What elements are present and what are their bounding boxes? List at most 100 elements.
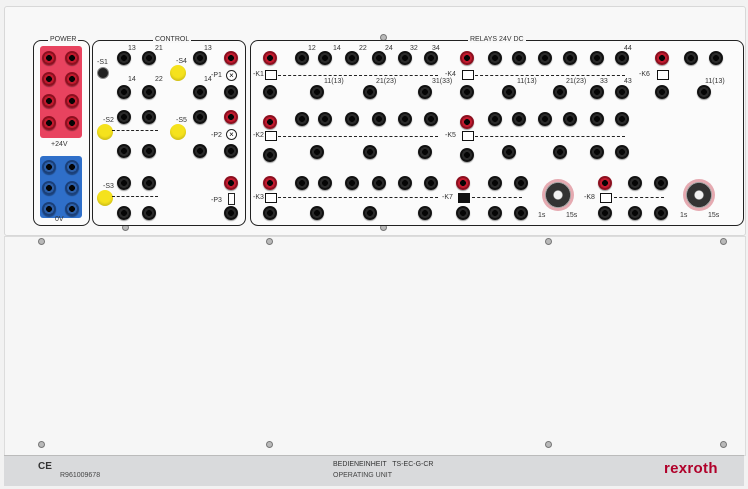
selector-switch-s1[interactable] [97, 67, 109, 79]
relay-k8-a2-socket[interactable] [598, 206, 612, 220]
relay-k8-contact[interactable] [628, 206, 642, 220]
relay-k4-contact[interactable] [538, 51, 552, 65]
relay-k6-a2-socket[interactable] [655, 85, 669, 99]
control-socket-21[interactable] [142, 110, 156, 124]
relay-k7-contact[interactable] [488, 206, 502, 220]
relay-k5-contact[interactable] [538, 112, 552, 126]
relay-k3-contact[interactable] [318, 176, 332, 190]
relay-k2-a2-socket[interactable] [263, 148, 277, 162]
control-socket-s5-14[interactable] [193, 144, 207, 158]
control-socket-13[interactable] [117, 51, 131, 65]
control-socket-14[interactable] [117, 85, 131, 99]
relay-k4-contact[interactable] [563, 51, 577, 65]
relay-k4-a1-socket[interactable] [460, 51, 474, 65]
relay-k3-contact[interactable] [345, 176, 359, 190]
power-24v-socket[interactable] [65, 51, 79, 65]
relay-k7-a1-socket[interactable] [456, 176, 470, 190]
relay-k2-contact[interactable] [398, 112, 412, 126]
relay-k5-contact[interactable] [563, 112, 577, 126]
relay-k2-contact[interactable] [318, 112, 332, 126]
relay-k2-contact[interactable] [424, 112, 438, 126]
timer-k8-knob[interactable] [686, 182, 712, 208]
relay-k5-contact[interactable] [502, 145, 516, 159]
relay-k8-contact[interactable] [654, 206, 668, 220]
relay-k1-a1-socket[interactable] [263, 51, 277, 65]
relay-k7-contact[interactable] [514, 176, 528, 190]
buzzer-p3-socket[interactable] [224, 206, 238, 220]
control-socket-14[interactable] [117, 144, 131, 158]
pushbutton-s4[interactable] [170, 65, 186, 81]
relay-k3-contact[interactable] [424, 176, 438, 190]
relay-k3-contact[interactable] [363, 206, 377, 220]
relay-k4-contact[interactable] [488, 51, 502, 65]
relay-k4-contact[interactable] [590, 51, 604, 65]
relay-k2-contact[interactable] [345, 112, 359, 126]
relay-k6-contact[interactable] [684, 51, 698, 65]
control-socket-13[interactable] [117, 176, 131, 190]
relay-k1-contact[interactable] [372, 51, 386, 65]
relay-k8-a1-socket[interactable] [598, 176, 612, 190]
power-0v-socket[interactable] [65, 202, 79, 216]
relay-k4-contact[interactable] [512, 51, 526, 65]
power-24v-socket[interactable] [42, 116, 56, 130]
relay-k3-contact[interactable] [310, 206, 324, 220]
control-socket-s4-14[interactable] [193, 85, 207, 99]
buzzer-p3-socket[interactable] [224, 176, 238, 190]
control-socket-s4-13[interactable] [193, 51, 207, 65]
relay-k2-a1-socket[interactable] [263, 115, 277, 129]
relay-k2-contact[interactable] [310, 145, 324, 159]
pushbutton-s3[interactable] [97, 190, 113, 206]
control-socket-21[interactable] [142, 176, 156, 190]
relay-k2-contact[interactable] [363, 145, 377, 159]
relay-k3-contact[interactable] [418, 206, 432, 220]
relay-k8-contact[interactable] [654, 176, 668, 190]
relay-k3-a1-socket[interactable] [263, 176, 277, 190]
control-socket-22[interactable] [142, 206, 156, 220]
relay-k6-contact[interactable] [709, 51, 723, 65]
power-0v-socket[interactable] [42, 202, 56, 216]
relay-k7-contact[interactable] [514, 206, 528, 220]
lamp-p1-socket[interactable] [224, 51, 238, 65]
relay-k5-a1-socket[interactable] [460, 115, 474, 129]
power-24v-socket[interactable] [65, 94, 79, 108]
relay-k8-contact[interactable] [628, 176, 642, 190]
relay-k5-contact[interactable] [590, 112, 604, 126]
relay-k3-contact[interactable] [372, 176, 386, 190]
power-24v-socket[interactable] [65, 116, 79, 130]
relay-k1-contact[interactable] [310, 85, 324, 99]
timer-k7-knob[interactable] [545, 182, 571, 208]
power-24v-socket[interactable] [42, 51, 56, 65]
relay-k4-contact[interactable] [615, 85, 629, 99]
control-socket-s5-13[interactable] [193, 110, 207, 124]
relay-k3-contact[interactable] [398, 176, 412, 190]
relay-k2-contact[interactable] [295, 112, 309, 126]
control-socket-21[interactable] [142, 51, 156, 65]
relay-k6-contact[interactable] [697, 85, 711, 99]
control-socket-22[interactable] [142, 144, 156, 158]
pushbutton-s2[interactable] [97, 124, 113, 140]
relay-k5-contact[interactable] [553, 145, 567, 159]
power-0v-socket[interactable] [42, 160, 56, 174]
relay-k1-contact[interactable] [398, 51, 412, 65]
power-24v-socket[interactable] [42, 72, 56, 86]
lamp-p2-socket[interactable] [224, 110, 238, 124]
control-socket-22[interactable] [142, 85, 156, 99]
relay-k1-contact[interactable] [363, 85, 377, 99]
relay-k7-a2-socket[interactable] [456, 206, 470, 220]
relay-k2-contact[interactable] [418, 145, 432, 159]
power-0v-socket[interactable] [65, 160, 79, 174]
relay-k5-contact[interactable] [488, 112, 502, 126]
relay-k1-contact[interactable] [318, 51, 332, 65]
control-socket-14[interactable] [117, 206, 131, 220]
relay-k1-contact[interactable] [345, 51, 359, 65]
relay-k4-contact[interactable] [615, 51, 629, 65]
relay-k6-a1-socket[interactable] [655, 51, 669, 65]
relay-k4-contact[interactable] [502, 85, 516, 99]
relay-k4-contact[interactable] [553, 85, 567, 99]
relay-k2-contact[interactable] [372, 112, 386, 126]
power-0v-socket[interactable] [65, 181, 79, 195]
relay-k5-contact[interactable] [615, 112, 629, 126]
relay-k5-contact[interactable] [590, 145, 604, 159]
relay-k1-a2-socket[interactable] [263, 85, 277, 99]
lamp-p1-socket[interactable] [224, 85, 238, 99]
